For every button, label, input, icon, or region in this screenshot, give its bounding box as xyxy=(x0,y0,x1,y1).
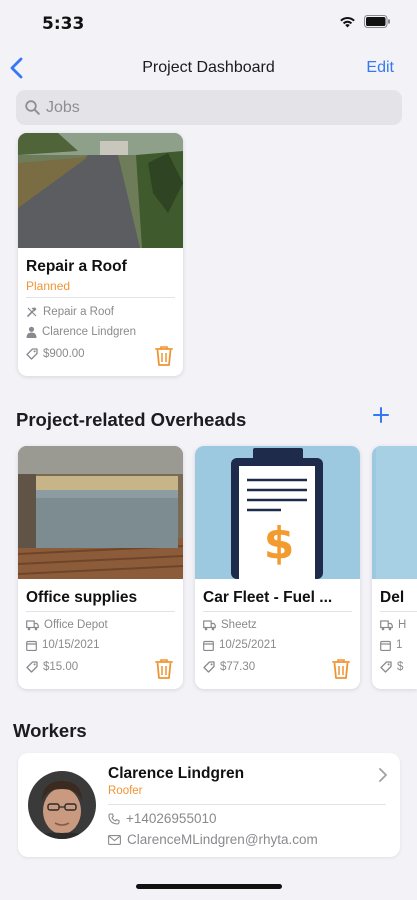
job-task: Repair a Roof xyxy=(43,306,114,318)
overhead-vendor-row: Sheetz xyxy=(203,619,257,631)
wifi-icon xyxy=(340,16,355,27)
navigation-bar: Project Dashboard Edit xyxy=(0,48,417,88)
job-task-row: Repair a Roof xyxy=(26,306,114,318)
worker-phone-row[interactable]: +14026955010 xyxy=(108,811,216,826)
hammer-icon xyxy=(27,307,37,317)
overhead-date-row: 10/15/2021 xyxy=(26,639,100,651)
workers-section-title: Workers xyxy=(13,720,87,741)
search-bar[interactable]: Jobs xyxy=(16,90,402,125)
status-icons xyxy=(339,15,391,28)
overhead-vendor: H xyxy=(398,619,407,631)
worker-name: Clarence Lindgren xyxy=(108,765,245,782)
overhead-amount: $77.30 xyxy=(220,661,256,673)
plus-icon[interactable] xyxy=(373,407,389,423)
tag-icon xyxy=(203,661,215,673)
divider xyxy=(203,611,352,612)
status-time: 5:33 xyxy=(42,14,85,34)
overhead-amount: $ xyxy=(397,661,404,673)
job-amount-row: $900.00 xyxy=(26,348,85,360)
overhead-card[interactable]: Del H 1 $ xyxy=(372,446,417,689)
trash-icon[interactable] xyxy=(154,658,174,680)
overhead-date: 10/15/2021 xyxy=(42,639,100,651)
trash-icon[interactable] xyxy=(154,345,174,367)
person-icon xyxy=(26,326,37,338)
calendar-icon xyxy=(26,640,37,651)
overhead-date: 1 xyxy=(396,639,403,651)
truck-icon xyxy=(380,619,393,630)
overhead-date-row: 10/25/2021 xyxy=(203,639,277,651)
calendar-icon xyxy=(380,640,391,651)
job-amount: $900.00 xyxy=(43,348,85,360)
status-bar: 5:33 xyxy=(0,0,417,46)
trash-icon[interactable] xyxy=(331,658,351,680)
envelope-icon xyxy=(108,834,121,845)
job-photo xyxy=(18,133,183,248)
overhead-photo xyxy=(372,446,417,579)
tag-icon xyxy=(380,661,392,673)
avatar xyxy=(28,771,96,839)
worker-card[interactable]: Clarence Lindgren Roofer +14026955010 Cl… xyxy=(18,753,400,857)
battery-icon xyxy=(364,15,390,28)
chevron-right-icon xyxy=(379,768,387,782)
invoice-illustration: $ xyxy=(195,446,360,579)
divider xyxy=(26,297,175,298)
search-icon xyxy=(25,100,40,115)
divider xyxy=(26,611,175,612)
job-worker: Clarence Lindgren xyxy=(42,326,136,338)
overheads-section-title: Project-related Overheads xyxy=(16,409,247,430)
job-card[interactable]: Repair a Roof Planned Repair a Roof Clar… xyxy=(18,133,183,376)
truck-icon xyxy=(203,619,216,630)
overhead-amount-row: $ xyxy=(380,661,403,673)
overhead-title: Car Fleet - Fuel ... xyxy=(203,589,333,606)
overhead-amount-row: $15.00 xyxy=(26,661,78,673)
overhead-title: Office supplies xyxy=(26,589,138,606)
overhead-card[interactable]: $ Car Fleet - Fuel ... Sheetz 10/25/2021… xyxy=(195,446,360,689)
tag-icon xyxy=(26,348,38,360)
page-title: Project Dashboard xyxy=(142,59,275,76)
overhead-vendor: Office Depot xyxy=(44,619,108,631)
overhead-vendor-row: Office Depot xyxy=(26,619,108,631)
job-title: Repair a Roof xyxy=(26,258,127,275)
overhead-vendor-row: H xyxy=(380,619,406,631)
phone-icon xyxy=(108,812,120,825)
divider xyxy=(380,611,417,612)
job-worker-row: Clarence Lindgren xyxy=(26,326,136,338)
overhead-card[interactable]: Office supplies Office Depot 10/15/2021 … xyxy=(18,446,183,689)
search-input[interactable]: Jobs xyxy=(46,99,80,117)
divider xyxy=(108,804,386,805)
edit-button[interactable]: Edit xyxy=(366,59,394,77)
svg-text:$: $ xyxy=(264,518,295,569)
overhead-photo xyxy=(18,446,183,579)
worker-email[interactable]: ClarenceMLindgren@rhyta.com xyxy=(127,832,318,847)
overhead-title: Del xyxy=(380,589,405,606)
worker-phone[interactable]: +14026955010 xyxy=(126,811,216,826)
calendar-icon xyxy=(203,640,214,651)
overhead-date: 10/25/2021 xyxy=(219,639,277,651)
tag-icon xyxy=(26,661,38,673)
overhead-amount: $15.00 xyxy=(43,661,79,673)
job-status: Planned xyxy=(26,279,71,293)
overhead-date-row: 1 xyxy=(380,639,402,651)
worker-email-row[interactable]: ClarenceMLindgren@rhyta.com xyxy=(108,832,318,847)
worker-role: Roofer xyxy=(108,785,143,797)
overhead-vendor: Sheetz xyxy=(221,619,257,631)
truck-icon xyxy=(26,619,39,630)
overhead-amount-row: $77.30 xyxy=(203,661,255,673)
home-indicator xyxy=(136,884,282,889)
